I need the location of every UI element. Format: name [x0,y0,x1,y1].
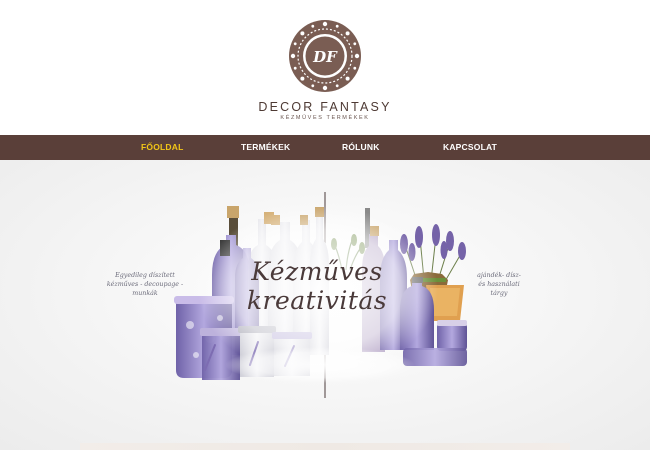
decor-fantasy-logo[interactable]: DF [287,18,363,94]
nav-item-rolunk[interactable]: RÓLUNK [342,135,380,160]
main-nav: FŐOLDAL TERMÉKEK RÓLUNK KAPCSOLAT [0,135,650,160]
hero-right-tagline: ajándék- dísz- és használati tárgy [477,272,521,297]
hero-banner: Egyedileg díszített kézműves - decoupage… [0,160,650,450]
brand-name: DECOR FANTASY [258,100,392,114]
logo-monogram: DF [312,48,338,66]
page: DF DECOR FANTASY KÉZMŰVES TERMÉKEK FŐOLD… [0,0,650,450]
site-header: DF DECOR FANTASY KÉZMŰVES TERMÉKEK [0,0,650,135]
content-section-edge [80,443,570,450]
nav-item-kapcsolat[interactable]: KAPCSOLAT [443,135,497,160]
nav-item-fooldal[interactable]: FŐOLDAL [141,135,183,160]
nav-item-termekek[interactable]: TERMÉKEK [241,135,290,160]
hero-headline: Kézműves kreativitás [232,257,402,315]
hero-left-tagline: Egyedileg díszített kézműves - decoupage… [106,272,184,297]
hero-headline-line-2: kreativitás [246,286,388,315]
hero-headline-line-1: Kézműves [251,257,383,286]
brand-tagline: KÉZMŰVES TERMÉKEK [280,115,370,121]
